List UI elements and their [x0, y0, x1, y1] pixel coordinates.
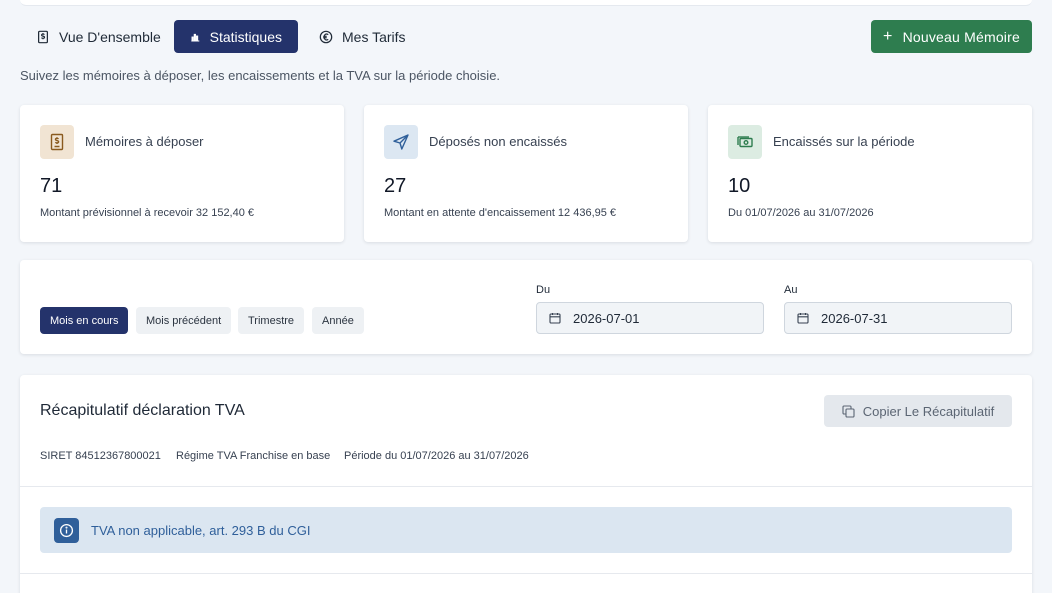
info-icon	[54, 517, 79, 543]
date-to-input[interactable]: 2026-07-31	[784, 302, 1012, 334]
calendar-icon	[549, 313, 561, 324]
copy-recap-label: Copier Le Récapitulatif	[862, 403, 995, 419]
stat-card-non-encaisses: Déposés non encaissés 27 Montant en atte…	[364, 105, 688, 242]
tva-info-banner: TVA non applicable, art. 293 B du CGI	[40, 507, 1012, 553]
chip-mois-precedent[interactable]: Mois précédent	[136, 307, 232, 334]
stat-footnote: Du 01/07/2026 au 31/07/2026	[728, 207, 874, 219]
tab-label: Mes Tarifs	[342, 28, 406, 45]
document-dollar-icon	[38, 30, 48, 43]
tab-mes-tarifs[interactable]: Mes Tarifs	[303, 20, 422, 53]
chip-annee[interactable]: Année	[312, 307, 364, 334]
stat-value: 27	[384, 175, 407, 197]
siret-text: SIRET 84512367800021	[40, 450, 161, 462]
date-from-input[interactable]: 2026-07-01	[536, 302, 764, 334]
tab-statistiques[interactable]: Statistiques	[174, 20, 298, 53]
date-from-value: 2026-07-01	[573, 310, 640, 326]
stat-value: 10	[728, 175, 751, 197]
tab-vue-ensemble[interactable]: Vue D'ensemble	[20, 20, 177, 53]
stat-footnote: Montant prévisionnel à recevoir 32 152,4…	[40, 207, 255, 219]
euro-icon	[319, 30, 333, 43]
divider	[20, 573, 1032, 574]
recap-title: Récapitulatif déclaration TVA	[40, 402, 245, 419]
date-to-label: Au	[784, 284, 798, 296]
period-filter-panel: Mois en cours Mois précédent Trimestre A…	[20, 260, 1032, 354]
divider	[20, 486, 1032, 487]
stat-card-encaisses: Encaissés sur la période 10 Du 01/07/202…	[708, 105, 1032, 242]
stat-value: 71	[40, 175, 63, 197]
copy-recap-button[interactable]: Copier Le Récapitulatif	[824, 395, 1012, 427]
tab-label: Vue D'ensemble	[59, 28, 161, 45]
receipt-icon	[50, 133, 64, 151]
periode-text: Période du 01/07/2026 au 31/07/2026	[344, 450, 529, 462]
stat-label: Déposés non encaissés	[429, 134, 568, 149]
copy-icon	[842, 404, 855, 418]
chip-mois-en-cours[interactable]: Mois en cours	[40, 307, 129, 334]
stat-footnote: Montant en attente d'encaissement 12 436…	[384, 207, 617, 219]
stat-icon-box	[40, 125, 74, 159]
banknote-icon	[737, 136, 753, 148]
new-memoire-button[interactable]: + Nouveau Mémoire	[871, 20, 1032, 53]
stat-label: Encaissés sur la période	[773, 134, 915, 149]
new-memoire-label: Nouveau Mémoire	[902, 28, 1020, 45]
plus-icon: +	[883, 27, 893, 45]
stat-icon-box	[384, 125, 418, 159]
regime-text: Régime TVA Franchise en base	[176, 450, 331, 462]
tva-info-text: TVA non applicable, art. 293 B du CGI	[91, 522, 311, 538]
stat-card-a-deposer: Mémoires à déposer 71 Montant prévisionn…	[20, 105, 344, 242]
chip-trimestre[interactable]: Trimestre	[238, 307, 305, 334]
stat-icon-box	[728, 125, 762, 159]
calendar-icon	[797, 313, 809, 324]
bar-chart-icon	[191, 33, 200, 41]
date-from-label: Du	[536, 284, 551, 296]
page-subtitle: Suivez les mémoires à déposer, les encai…	[20, 68, 501, 83]
tva-recap-panel: Récapitulatif déclaration TVA Copier Le …	[20, 375, 1032, 593]
send-icon	[393, 134, 409, 150]
date-to-value: 2026-07-31	[821, 310, 888, 326]
tab-label: Statistiques	[209, 28, 282, 45]
top-navigation: Vue D'ensemble Statistiques Mes Tarifs +…	[20, 20, 1032, 53]
top-panel-edge	[20, 0, 1032, 6]
stat-label: Mémoires à déposer	[85, 134, 204, 149]
